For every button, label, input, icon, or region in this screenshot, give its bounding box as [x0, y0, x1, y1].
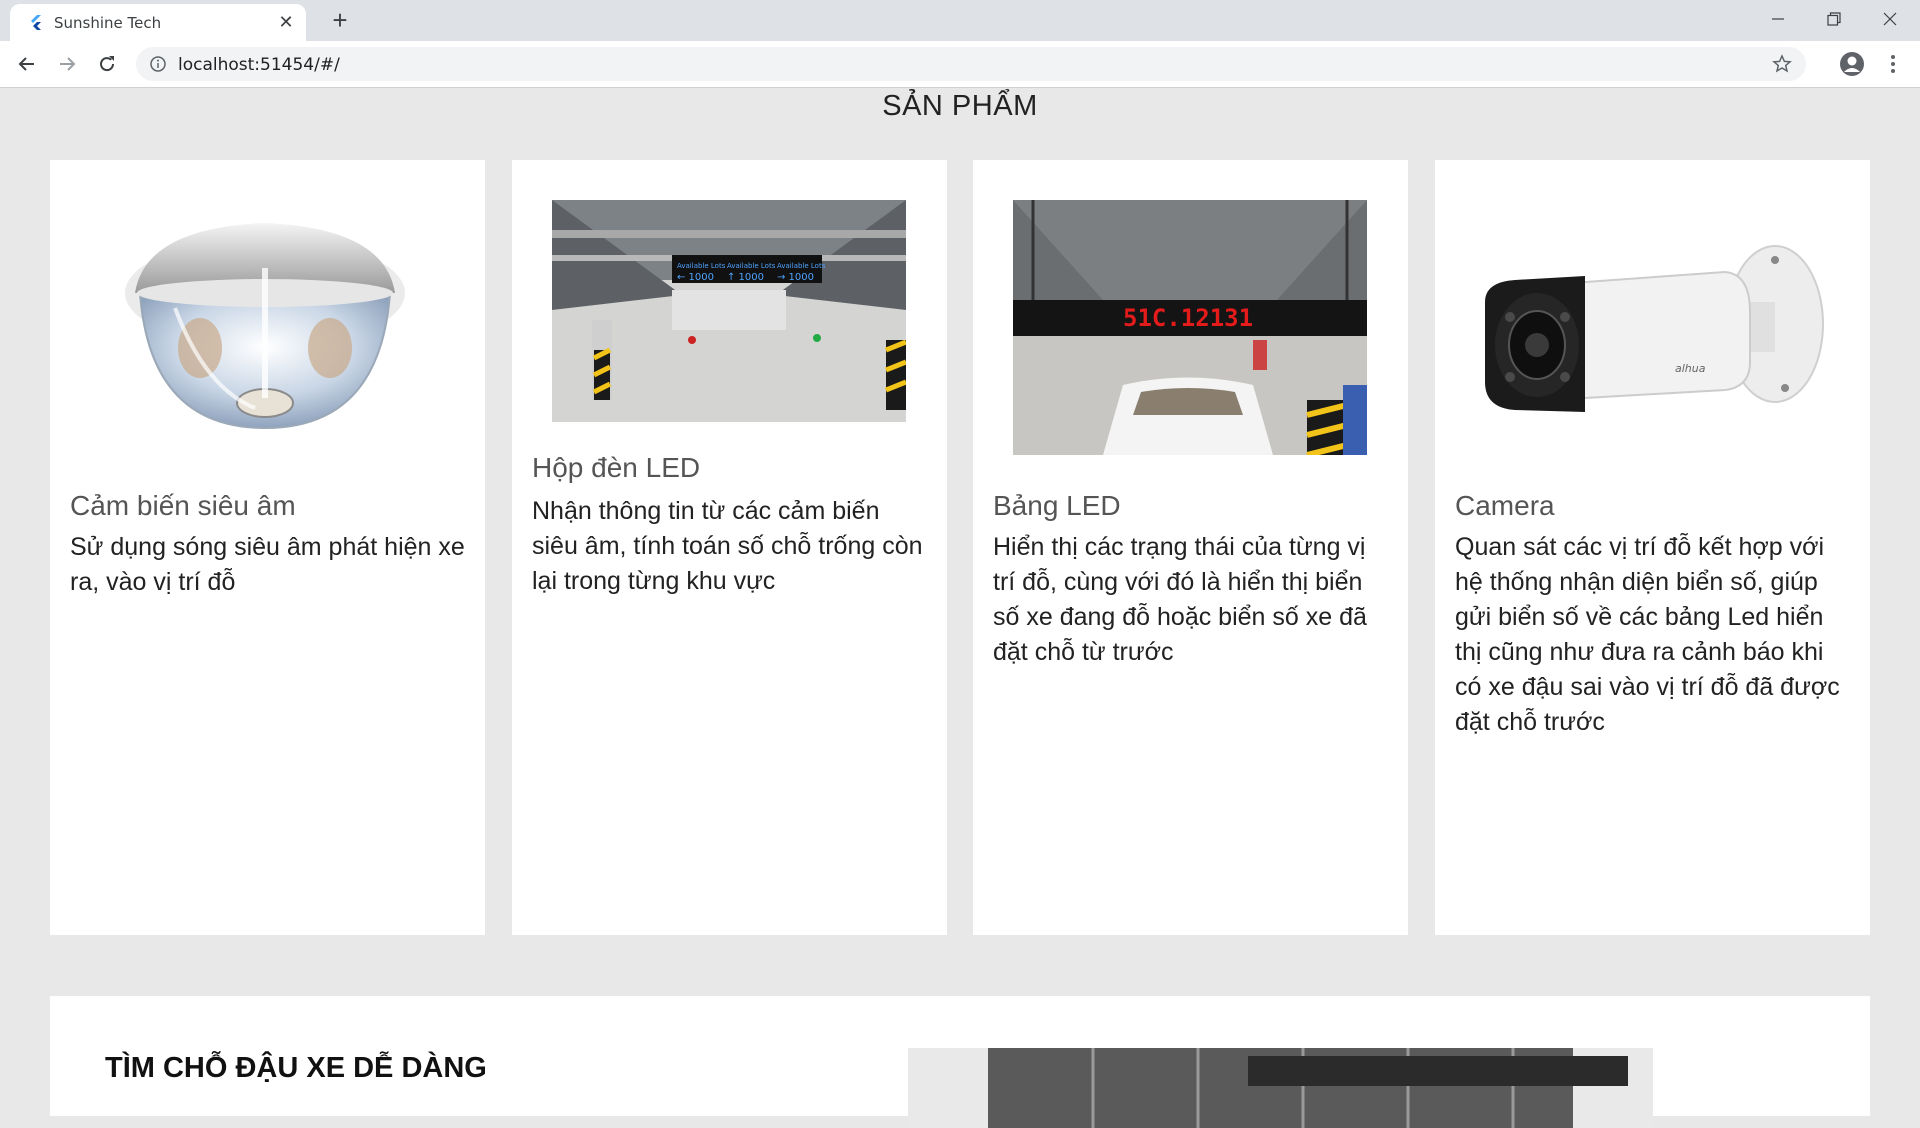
- close-tab-icon[interactable]: ✕: [276, 12, 296, 32]
- product-card-ultrasonic-sensor: Cảm biến siêu âm Sử dụng sóng siêu âm ph…: [50, 160, 485, 935]
- card-description: Sử dụng sóng siêu âm phát hiện xe ra, và…: [70, 533, 465, 596]
- profile-icon[interactable]: [1838, 50, 1866, 78]
- flutter-icon: [31, 15, 41, 30]
- card-description: Hiển thị các trạng thái của từng vị trí …: [993, 533, 1367, 666]
- close-window-icon[interactable]: [1862, 0, 1918, 38]
- svg-text:Available Lots: Available Lots: [677, 262, 726, 270]
- browser-tabstrip: Sunshine Tech ✕ +: [0, 0, 1920, 41]
- product-card-camera: alhua Camera Quan sát các vị trí đỗ kết …: [1435, 160, 1870, 935]
- product-card-led-board: 51C.12131 Bảng LED Hiển thị các trạng th…: [973, 160, 1408, 935]
- svg-text:↑ 1000: ↑ 1000: [727, 272, 764, 283]
- find-parking-title: TÌM CHỖ ĐẬU XE DỄ DÀNG: [105, 1052, 487, 1084]
- card-description: Quan sát các vị trí đỗ kết hợp với hệ th…: [1455, 533, 1840, 736]
- bookmark-star-icon[interactable]: [1772, 54, 1792, 74]
- find-parking-panel: TÌM CHỖ ĐẬU XE DỄ DÀNG: [50, 996, 1870, 1128]
- led-board-image: 51C.12131: [1013, 200, 1367, 455]
- section-title: SẢN PHẨM: [882, 90, 1038, 122]
- svg-text:← 1000: ← 1000: [677, 272, 714, 283]
- back-icon[interactable]: [13, 50, 41, 78]
- card-description: Nhận thông tin từ các cảm biến siêu âm, …: [532, 497, 923, 595]
- browser-tab[interactable]: Sunshine Tech ✕: [10, 4, 306, 41]
- minimize-icon[interactable]: [1750, 0, 1806, 38]
- svg-text:Available Lots: Available Lots: [727, 262, 776, 270]
- forward-icon[interactable]: [53, 50, 81, 78]
- ultrasonic-sensor-image: [105, 198, 425, 438]
- address-bar[interactable]: localhost:51454/#/: [136, 47, 1806, 81]
- new-tab-icon[interactable]: +: [326, 6, 354, 34]
- product-card-led-box: Available Lots Available Lots Available …: [512, 160, 947, 935]
- camera-image: alhua: [1475, 232, 1835, 432]
- card-title: Cảm biến siêu âm: [70, 490, 296, 521]
- svg-text:→ 1000: → 1000: [777, 272, 814, 283]
- reload-icon[interactable]: [93, 50, 121, 78]
- parking-garage-image: Available Lots Available Lots Available …: [552, 200, 906, 422]
- card-title: Bảng LED: [993, 490, 1121, 521]
- card-title: Camera: [1455, 490, 1555, 521]
- svg-text:Available Lots: Available Lots: [777, 262, 826, 270]
- restore-icon[interactable]: [1806, 0, 1862, 38]
- more-menu-icon[interactable]: [1882, 50, 1904, 78]
- svg-text:51C.12131: 51C.12131: [1123, 304, 1253, 332]
- svg-text:alhua: alhua: [1675, 362, 1706, 375]
- browser-toolbar: localhost:51454/#/: [0, 41, 1920, 88]
- parking-app-image: [908, 1048, 1653, 1128]
- info-icon[interactable]: [150, 56, 166, 72]
- card-title: Hộp đèn LED: [532, 452, 701, 483]
- tab-title: Sunshine Tech: [54, 14, 162, 32]
- url-text[interactable]: localhost:51454/#/: [178, 55, 340, 75]
